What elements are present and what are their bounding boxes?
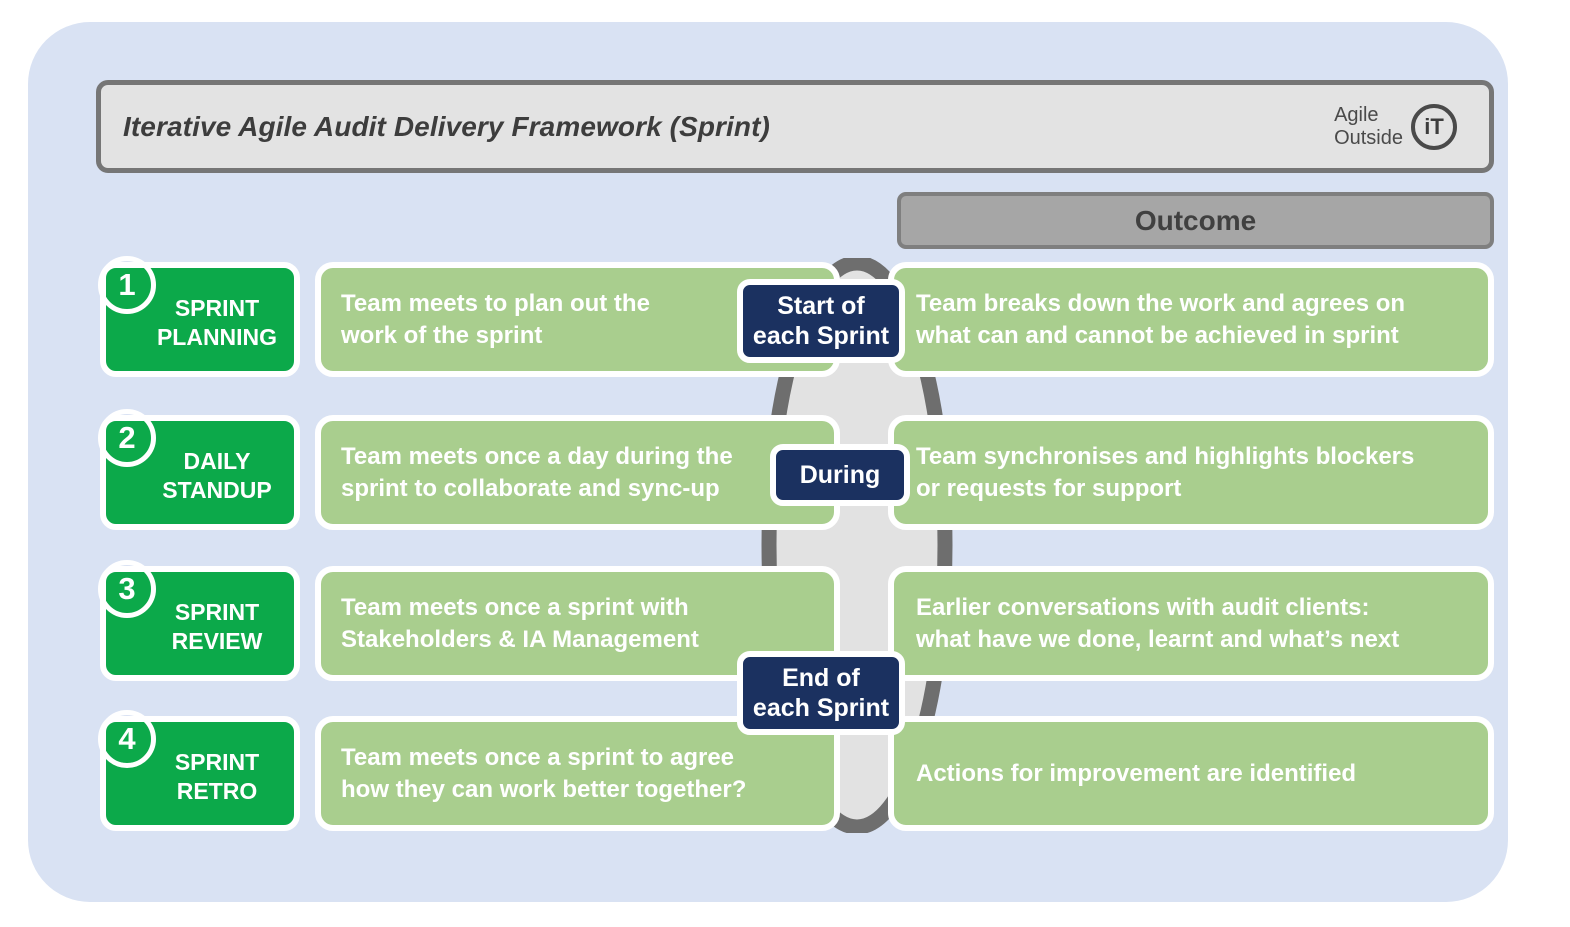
activity-line-1: Team meets once a day during the — [341, 443, 733, 471]
outcome-line-1: Team breaks down the work and agrees on — [916, 290, 1406, 318]
page-title: Iterative Agile Audit Delivery Framework… — [123, 110, 770, 142]
stage-badge-sprint-review[interactable]: 3 SPRINT REVIEW — [98, 560, 300, 681]
marker-line-1: Start of — [777, 291, 865, 320]
marker-line-2: each Sprint — [752, 322, 890, 350]
activity-line-1: Team meets once a sprint with — [341, 594, 689, 622]
logo-wordmark: Agile Outside — [1334, 104, 1403, 149]
stage-badge-sprint-retro[interactable]: 4 SPRINT RETRO — [98, 710, 300, 831]
activity-description: Team meets once a day during the sprint … — [315, 415, 840, 530]
marker-line-2: each Sprint — [752, 694, 890, 722]
stage-label-line-2: PLANNING — [156, 323, 278, 350]
stage-number: 1 — [98, 256, 156, 314]
activity-line-2: sprint to collaborate and sync-up — [341, 474, 720, 502]
stage-label-line-1: SPRINT — [174, 598, 260, 625]
marker-line-1: End of — [782, 663, 860, 692]
outcome-line-1: Team synchronises and highlights blocker… — [916, 443, 1415, 471]
brand-logo: Agile Outside iT — [1334, 103, 1475, 150]
stage-label-line-2: RETRO — [176, 777, 258, 804]
outcome-line-1: Actions for improvement are identified — [916, 759, 1357, 787]
stage-number: 4 — [98, 710, 156, 768]
stage-number: 2 — [98, 409, 156, 467]
outcome-line-2: what have we done, learnt and what’s nex… — [916, 625, 1400, 653]
outcome-description: Earlier conversations with audit clients… — [888, 566, 1494, 681]
activity-line-2: Stakeholders & IA Management — [341, 625, 699, 653]
logo-line-1: Agile — [1334, 104, 1379, 127]
outcome-line-1: Earlier conversations with audit clients… — [916, 594, 1370, 622]
timing-marker-start-of-sprint: Start of each Sprint — [737, 279, 905, 363]
activity-line-1: Team meets once a sprint to agree — [341, 744, 735, 772]
outcome-line-2: what can and cannot be achieved in sprin… — [916, 321, 1399, 349]
outcome-description: Actions for improvement are identified — [888, 716, 1494, 831]
stage-label-line-2: REVIEW — [171, 627, 263, 654]
stage-label-line-1: DAILY — [183, 447, 251, 474]
marker-line-1: During — [799, 460, 881, 489]
diagram-canvas: Iterative Agile Audit Delivery Framework… — [0, 0, 1570, 927]
timing-marker-end-of-sprint: End of each Sprint — [737, 651, 905, 735]
stage-badge-sprint-planning[interactable]: 1 SPRINT PLANNING — [98, 256, 300, 377]
activity-line-2: how they can work better together? — [341, 775, 747, 803]
stage-label-line-2: STANDUP — [162, 476, 272, 503]
outcome-description: Team breaks down the work and agrees on … — [888, 262, 1494, 377]
stage-label-line-1: SPRINT — [174, 294, 260, 321]
title-bar: Iterative Agile Audit Delivery Framework… — [96, 80, 1494, 173]
outcome-column-header: Outcome — [897, 192, 1494, 249]
timing-marker-during: During — [770, 444, 910, 506]
stage-number: 3 — [98, 560, 156, 618]
logo-line-2: Outside — [1334, 126, 1403, 149]
it-circle-icon: iT — [1411, 103, 1457, 150]
stage-badge-daily-standup[interactable]: 2 DAILY STANDUP — [98, 409, 300, 530]
stage-label-line-1: SPRINT — [174, 748, 260, 775]
outcome-description: Team synchronises and highlights blocker… — [888, 415, 1494, 530]
outcome-line-2: or requests for support — [916, 474, 1182, 502]
